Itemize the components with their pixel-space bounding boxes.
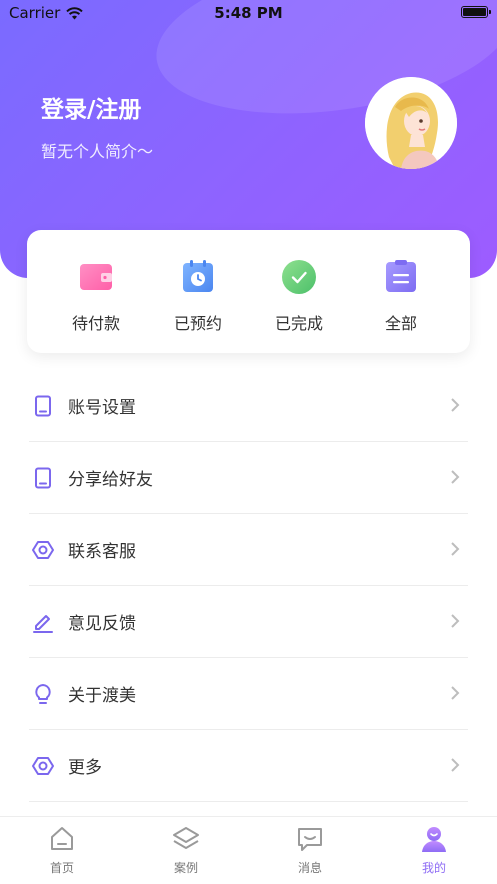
tab-messages[interactable]: 消息	[270, 825, 350, 876]
order-status-card: 待付款 已预约 已完成 全部	[27, 230, 470, 353]
user-icon	[422, 827, 446, 852]
menu-label: 意见反馈	[68, 614, 136, 634]
menu-item-account-settings[interactable]: 账号设置	[29, 370, 468, 442]
tab-mine[interactable]: 我的	[394, 825, 474, 876]
edit-icon	[33, 614, 53, 633]
menu-label: 关于渡美	[68, 686, 136, 706]
home-icon	[51, 827, 73, 850]
tab-label: 消息	[297, 861, 322, 875]
chevron-right-icon	[451, 470, 460, 484]
chevron-right-icon	[451, 758, 460, 772]
tab-cases[interactable]: 案例	[146, 825, 226, 876]
tab-label: 首页	[49, 861, 74, 875]
order-reserved[interactable]: 已预约	[158, 258, 238, 334]
tablet-icon	[35, 467, 51, 488]
menu-item-about[interactable]: 关于渡美	[29, 658, 468, 730]
order-label: 全部	[384, 314, 417, 333]
hexagon-icon	[32, 756, 54, 775]
status-bar: Carrier 5:48 PM	[0, 0, 497, 26]
chevron-right-icon	[451, 398, 460, 412]
login-register-link[interactable]: 登录/注册	[41, 90, 141, 124]
menu-label: 联系客服	[68, 542, 136, 562]
clock-calendar-icon	[183, 260, 213, 292]
status-time: 5:48 PM	[214, 4, 283, 22]
order-pending-payment[interactable]: 待付款	[56, 258, 136, 334]
profile-intro: 暂无个人简介～	[41, 142, 154, 161]
menu-label: 更多	[68, 758, 102, 778]
tab-label: 我的	[421, 861, 446, 875]
chevron-right-icon	[451, 542, 460, 556]
clipboard-icon	[386, 260, 416, 292]
menu-item-more[interactable]: 更多	[29, 730, 468, 802]
menu-item-feedback[interactable]: 意见反馈	[29, 586, 468, 658]
tablet-icon	[35, 395, 51, 416]
order-label: 已完成	[274, 314, 323, 333]
menu-label: 分享给好友	[68, 470, 153, 490]
menu-item-share[interactable]: 分享给好友	[29, 442, 468, 514]
layers-icon	[173, 827, 199, 849]
battery-icon	[461, 6, 491, 18]
check-circle-icon	[282, 260, 316, 294]
tab-home[interactable]: 首页	[22, 825, 102, 876]
order-completed[interactable]: 已完成	[259, 258, 339, 334]
chevron-right-icon	[451, 686, 460, 700]
menu-label: 账号设置	[68, 398, 136, 418]
hexagon-icon	[32, 540, 54, 559]
avatar-illustration	[365, 77, 457, 169]
lightbulb-icon	[35, 683, 51, 704]
order-label: 待付款	[71, 314, 120, 333]
wallet-icon	[80, 264, 112, 290]
order-all[interactable]: 全部	[361, 258, 441, 334]
avatar[interactable]	[365, 77, 457, 169]
bottom-tab-bar: 首页 案例 消息 我的	[0, 816, 497, 884]
order-label: 已预约	[173, 314, 222, 333]
menu-item-contact-support[interactable]: 联系客服	[29, 514, 468, 586]
settings-menu: 账号设置 分享给好友 联系客服 意见反馈 关于渡美 更多	[29, 370, 468, 802]
message-icon	[298, 828, 322, 851]
chevron-right-icon	[451, 614, 460, 628]
tab-label: 案例	[173, 861, 198, 875]
